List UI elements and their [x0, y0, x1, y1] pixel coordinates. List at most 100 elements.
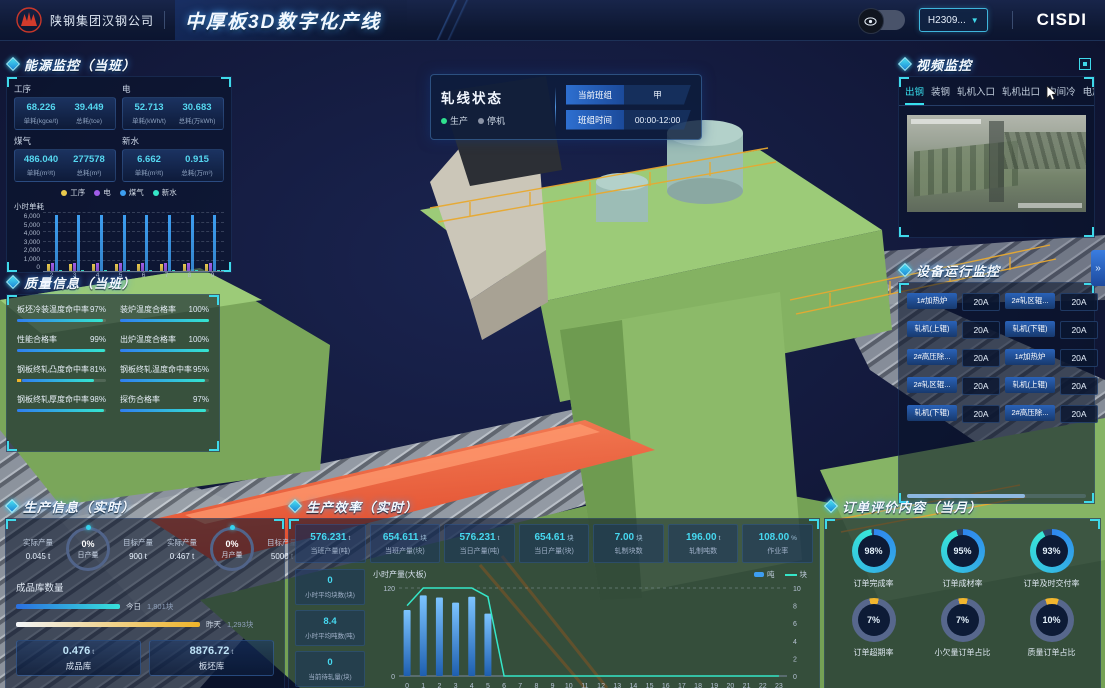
- stat-value: 576.231t: [459, 532, 499, 543]
- energy-value: 486.040: [17, 154, 65, 165]
- mouse-cursor: [1046, 86, 1059, 101]
- collapse-icon[interactable]: [1079, 58, 1091, 70]
- bar: [172, 270, 175, 271]
- legend-label: 块: [800, 569, 808, 580]
- legend-label: 工序: [70, 187, 85, 198]
- bar-group: [156, 213, 179, 271]
- stock-bar: [16, 622, 200, 627]
- equipment-value: 20A: [1060, 293, 1098, 311]
- quality-metric-header: 板坯冷装温度命中率97%: [17, 304, 106, 315]
- panel-body: 1#加热炉20A2#轧区辊...20A轧机(上辊)20A轧机(下辊)20A2#高…: [898, 282, 1095, 504]
- diamond-icon: [6, 57, 20, 71]
- tab-camera[interactable]: 电加热: [1083, 84, 1094, 105]
- equipment-value: 20A: [962, 349, 1000, 367]
- equipment-label: 1#加热炉: [907, 293, 957, 309]
- energy-metric: 52.713单耗(kWh/t): [125, 102, 173, 125]
- efficiency-side-stats: 0小时平均块数(块)8.4小时平均吨数(吨)0当前待轧量(块): [295, 569, 365, 688]
- bar: [195, 270, 198, 271]
- panel-body: 576.231t当班产量(吨)654.611块当班产量(块)576.231t当日…: [288, 518, 820, 688]
- bar: [73, 263, 76, 271]
- efficiency-stat-card: 196.00t轧制吨数: [668, 524, 739, 563]
- legend-dot: [94, 190, 100, 196]
- progress-track: [17, 319, 106, 322]
- line-selector-dropdown[interactable]: H2309... ▼: [919, 8, 988, 32]
- svg-text:15: 15: [646, 683, 654, 688]
- stat-value: 7.00块: [615, 532, 643, 543]
- bar: [104, 270, 107, 271]
- svg-text:6: 6: [793, 621, 797, 628]
- quality-metric: 出炉温度合格率100%: [120, 334, 209, 352]
- stock-bar-row: 今日1,801块: [16, 601, 274, 612]
- svg-text:0: 0: [405, 683, 409, 688]
- gauge-left-value: 0.045 t: [16, 552, 60, 561]
- panel-quality-info: 质量信息（当班） 板坯冷装温度命中率97%装炉温度合格率100%性能合格率99%…: [6, 272, 220, 452]
- energy-group-box: 6.662单耗(m³/t)0.915总耗(万m³): [122, 149, 224, 182]
- stock-card: 0.476t成品库: [16, 640, 141, 676]
- energy-unit: 总耗(万kWh): [173, 115, 221, 125]
- header-divider: [164, 11, 165, 29]
- bar: [115, 264, 118, 271]
- y-tick: 1,000: [14, 256, 40, 263]
- quality-metric-header: 出炉温度合格率100%: [120, 334, 209, 345]
- equipment-label: 2#高压除...: [1005, 405, 1055, 421]
- bar: [127, 270, 130, 271]
- panel-body: 板坯冷装温度命中率97%装炉温度合格率100%性能合格率99%出炉温度合格率10…: [6, 294, 220, 452]
- equipment-value: 20A: [962, 405, 1000, 423]
- tab-camera[interactable]: 出钢: [905, 84, 924, 105]
- quality-metric-header: 钢板终轧凸度命中率81%: [17, 364, 106, 375]
- efficiency-stat-card: 654.611块当班产量(块): [370, 524, 441, 563]
- chart-canvas: 0120024681001234567891011121314151617181…: [373, 580, 813, 688]
- quality-metric: 装炉温度合格率100%: [120, 304, 209, 322]
- line-status-rows: 当前班组甲班组时间00:00-12:00: [566, 85, 691, 130]
- decoration-streaks: [407, 0, 497, 40]
- svg-text:9: 9: [551, 683, 555, 688]
- progress-track: [17, 379, 106, 382]
- efficiency-lower: 0小时平均块数(块)8.4小时平均吨数(吨)0当前待轧量(块) 小时产量(大板)…: [295, 569, 813, 688]
- tab-camera[interactable]: 轧机出口: [1002, 84, 1040, 105]
- stat-unit: t: [348, 535, 350, 542]
- gauge-left-stack: 实际产量0.467 t: [160, 537, 204, 561]
- stat-unit: %: [791, 535, 797, 542]
- svg-text:1: 1: [421, 683, 425, 688]
- panel-title: 设备运行监控: [916, 261, 1000, 280]
- energy-unit: 单耗(kWh/t): [125, 115, 173, 125]
- panel-energy-monitor: 能源监控（当班） 工序68.226单耗(kgce/t)39.449总耗(tce)…: [6, 54, 232, 273]
- equipment-value: 20A: [1060, 377, 1098, 395]
- legend-dot: [120, 190, 126, 196]
- svg-text:16: 16: [662, 683, 670, 688]
- video-feed[interactable]: [907, 115, 1086, 212]
- tab-camera[interactable]: 轧机入口: [957, 84, 995, 105]
- panel-header: 视频监控: [898, 54, 1095, 74]
- line-status-legend: 生产停机: [441, 114, 545, 127]
- order-donut-grid: 98%订单完成率95%订单成材率93%订单及时交付率7%订单超期率7%小欠量订单…: [829, 529, 1096, 658]
- quality-metric: 探伤合格率97%: [120, 394, 209, 412]
- chevron-down-icon: ▼: [971, 16, 979, 25]
- quality-percent: 100%: [189, 305, 209, 314]
- tab-camera[interactable]: 装钢: [931, 84, 950, 105]
- svg-text:8: 8: [534, 683, 538, 688]
- bar: [183, 264, 186, 271]
- eye-icon: [864, 17, 877, 26]
- bar-groups: [43, 213, 224, 271]
- visibility-toggle[interactable]: [859, 10, 905, 30]
- quality-metric: 钢板终轧厚度命中率98%: [17, 394, 106, 412]
- bar: [119, 263, 122, 271]
- legend-line-icon: [785, 574, 797, 576]
- panel-body: 工序68.226单耗(kgce/t)39.449总耗(tce)电52.713单耗…: [6, 76, 232, 273]
- panel-expand-handle[interactable]: »: [1091, 250, 1105, 286]
- y-tick: 0: [14, 264, 40, 271]
- stock-bar-row: 昨天1,293块: [16, 619, 274, 630]
- energy-group: 电52.713单耗(kWh/t)30.683总耗(万kWh): [122, 82, 224, 130]
- panel-body: 出钢装钢轧机入口轧机出口中间冷电加热: [898, 76, 1095, 238]
- progress-track: [17, 409, 106, 412]
- top-bar-controls: H2309... ▼ CISDI: [859, 8, 1105, 32]
- panel-body: 98%订单完成率95%订单成材率93%订单及时交付率7%订单超期率7%小欠量订单…: [824, 518, 1101, 688]
- svg-text:11: 11: [581, 683, 588, 688]
- video-timestamp: [1018, 203, 1082, 208]
- y-tick: 5,000: [14, 222, 40, 229]
- video-column: [989, 121, 1003, 202]
- bar-group: [134, 213, 157, 271]
- progress-fill: [22, 379, 94, 382]
- bar: [191, 215, 194, 271]
- progress-track: [120, 409, 209, 412]
